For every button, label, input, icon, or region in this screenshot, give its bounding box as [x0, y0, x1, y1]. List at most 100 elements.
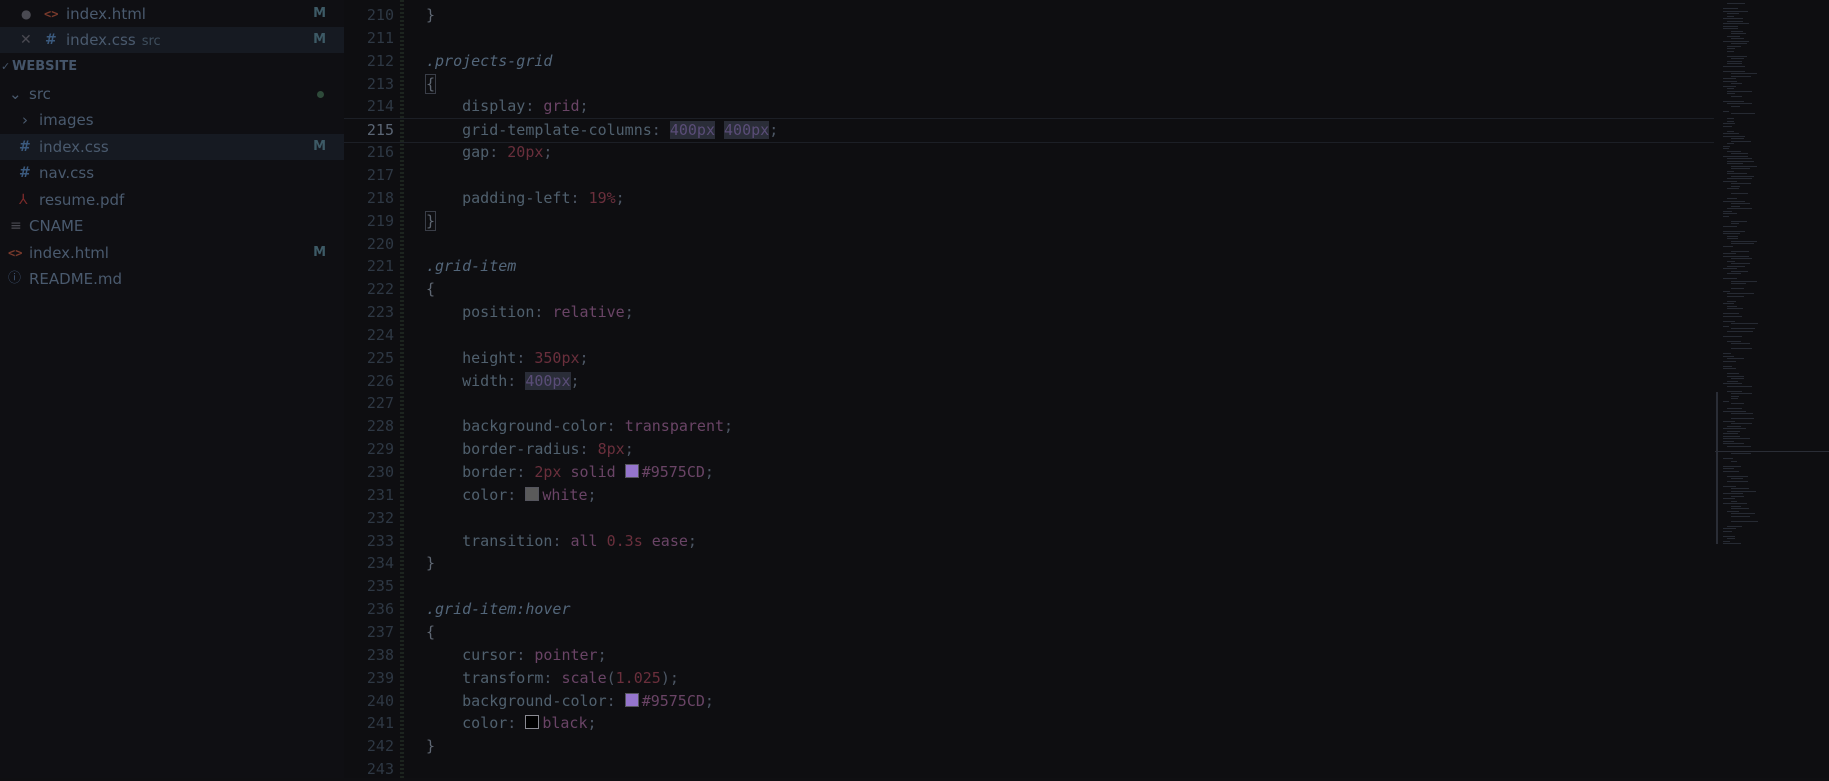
color-swatch-icon[interactable] — [525, 715, 540, 730]
code-line[interactable]: 237 { — [344, 621, 1714, 644]
code-line[interactable]: 224 — [344, 324, 1714, 347]
minimap-line — [1723, 335, 1742, 337]
code-line[interactable]: 236 .grid-item:hover — [344, 598, 1714, 621]
color-swatch-icon[interactable] — [525, 486, 540, 501]
code-line[interactable]: 221 .grid-item — [344, 255, 1714, 278]
minimap-line — [1731, 220, 1747, 222]
code-line[interactable]: 241 color: black; — [344, 712, 1714, 735]
tree-item-cname[interactable]: ≡ CNAME — [0, 213, 344, 239]
code-line[interactable]: 219} — [344, 210, 1714, 233]
line-number: 216 — [366, 143, 394, 162]
code-punctuation — [643, 532, 652, 550]
css-property: display — [462, 97, 526, 116]
css-value: 400px — [724, 121, 770, 140]
unsaved-dot-icon[interactable]: ● — [21, 1, 31, 27]
code-line[interactable]: 240 background-color: #9575CD; — [344, 690, 1714, 713]
minimap-line — [1723, 28, 1738, 29]
code-line[interactable]: 214 display: grid; — [344, 95, 1714, 118]
code-line[interactable]: 212 .projects-grid — [344, 50, 1714, 73]
css-value: 350px — [534, 348, 580, 367]
minimap-line — [1723, 458, 1733, 459]
minimap-line — [1727, 538, 1735, 539]
open-editor-folder: src — [141, 34, 161, 49]
code-line[interactable]: 227 — [344, 392, 1714, 415]
minimap-line — [1723, 470, 1739, 472]
minimap[interactable] — [1715, 0, 1829, 778]
code-line[interactable]: 229 border-radius: 8px; — [344, 438, 1714, 461]
line-number: 228 — [366, 417, 394, 436]
minimap-line — [1723, 155, 1748, 157]
code-line[interactable]: 225 height: 350px; — [344, 347, 1714, 370]
line-number: 224 — [366, 325, 394, 344]
code-line[interactable]: 235 — [344, 575, 1714, 598]
code-text: cursor: pointer; — [426, 644, 607, 667]
close-icon[interactable]: ✕ — [20, 27, 32, 53]
code-punctuation: : — [606, 691, 625, 710]
code-line[interactable]: 210} — [344, 4, 1714, 27]
code-line[interactable]: 232 — [344, 507, 1714, 530]
code-punctuation: ; — [769, 121, 779, 140]
pdf-icon: ⅄ — [19, 192, 28, 208]
code-punctuation: ( — [606, 668, 616, 687]
color-swatch-icon[interactable] — [624, 692, 639, 707]
code-token: { — [424, 73, 437, 94]
code-line[interactable]: 211 — [344, 27, 1714, 50]
code-punctuation: ; — [597, 645, 607, 664]
text-file-icon: ≡ — [10, 218, 22, 234]
minimap-line — [1727, 90, 1752, 92]
minimap-line — [1723, 465, 1741, 467]
code-line[interactable]: 220 — [344, 233, 1714, 256]
tree-item-index-css[interactable]: # index.css M — [0, 134, 344, 160]
css-property: border — [462, 463, 517, 481]
code-line[interactable]: 222 { — [344, 278, 1714, 301]
minimap-line — [1727, 385, 1752, 387]
code-line[interactable]: 238 cursor: pointer; — [344, 644, 1714, 667]
open-editor-label: index.html — [66, 5, 146, 23]
code-editor[interactable]: 210} 211 212 .projects-grid 213{214 display:… — [344, 0, 1829, 778]
css-value: all — [570, 531, 598, 550]
minimap-line — [1731, 75, 1751, 77]
code-line[interactable]: 215 grid-template-columns: 400px 400px; — [344, 118, 1714, 144]
explorer-sidebar: ● <> index.html M ✕ # index.css src M ✓ W… — [0, 0, 344, 778]
code-line[interactable]: 234} — [344, 552, 1714, 575]
minimap-line — [1731, 113, 1755, 114]
code-punctuation: : — [489, 143, 508, 162]
code-line[interactable]: 242} — [344, 735, 1714, 758]
minimap-line — [1727, 330, 1753, 332]
open-editor-index-css[interactable]: ✕ # index.css src M — [0, 27, 344, 53]
code-line[interactable]: 216 gap: 20px; — [344, 141, 1714, 164]
code-line[interactable]: 239 transform: scale(1.025); — [344, 667, 1714, 690]
code-line[interactable]: 217 — [344, 164, 1714, 187]
code-line[interactable]: 226 width: 400px; — [344, 370, 1714, 393]
code-line[interactable]: 233 transition: all 0.3s ease; — [344, 530, 1714, 553]
css-icon: # — [19, 139, 31, 155]
minimap-line — [1723, 355, 1734, 357]
tree-item-resume-pdf[interactable]: ⅄ resume.pdf — [0, 187, 344, 213]
explorer-section-header[interactable]: ✓ WEBSITE — [0, 54, 344, 80]
code-line[interactable]: 218 padding-left: 19%; — [344, 187, 1714, 210]
code-punctuation: : — [507, 371, 526, 390]
code-line[interactable]: 231 color: white; — [344, 484, 1714, 507]
minimap-line — [1731, 105, 1740, 107]
color-swatch-icon[interactable] — [624, 464, 639, 478]
minimap-line — [1727, 15, 1734, 17]
code-line[interactable]: 213 { — [344, 73, 1714, 96]
tree-item-src[interactable]: ⌄ src — [0, 81, 344, 107]
minimap-line — [1723, 365, 1732, 367]
minimap-line — [1731, 33, 1746, 34]
minimap-line — [1723, 433, 1738, 434]
line-number: 237 — [366, 622, 394, 641]
minimap-line — [1723, 503, 1747, 504]
tree-item-images[interactable]: › images — [0, 107, 344, 133]
tree-item-index-html[interactable]: <> index.html M — [0, 240, 344, 266]
code-token: } — [424, 210, 437, 231]
code-line[interactable]: 223 position: relative; — [344, 301, 1714, 324]
code-text: transform: scale(1.025); — [426, 667, 679, 690]
tree-item-readme[interactable]: ⓘ README.md — [0, 266, 344, 292]
minimap-line — [1723, 315, 1742, 317]
tree-item-nav-css[interactable]: # nav.css — [0, 160, 344, 186]
minimap-line — [1723, 133, 1739, 134]
code-line[interactable]: 228 background-color: transparent; — [344, 415, 1714, 438]
open-editor-index-html[interactable]: ● <> index.html M — [0, 1, 344, 27]
code-line[interactable]: 230 border: 2px solid #9575CD; — [344, 461, 1714, 484]
